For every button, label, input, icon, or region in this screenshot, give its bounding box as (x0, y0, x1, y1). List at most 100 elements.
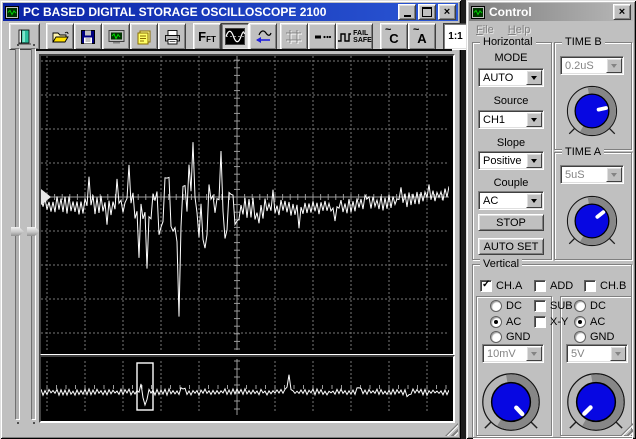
chb-ac-label: AC (590, 316, 606, 328)
tilde-icon: ~ (385, 24, 392, 36)
exit-door-icon (17, 29, 31, 44)
chb-label: CH.B (600, 280, 627, 292)
exit-button[interactable] (9, 23, 40, 50)
chevron-down-icon[interactable] (526, 153, 542, 168)
main-window: PC BASED DIGITAL STORAGE OSCILLOSCOPE 21… (0, 0, 493, 439)
chb-range-select: 5V (566, 344, 628, 363)
chb-dc-label: DC (590, 300, 606, 312)
stop-label: STOP (496, 216, 526, 229)
control-window-title: Control (489, 5, 532, 19)
chb-volt-knob[interactable] (565, 371, 627, 433)
open-folder-icon (51, 31, 69, 42)
dotted-line-button[interactable] (308, 23, 336, 50)
failsafe-button[interactable]: FAIL SAFE (336, 23, 373, 50)
slider-thumb[interactable] (11, 227, 24, 236)
chevron-down-icon (610, 346, 626, 361)
scope-display-icon (108, 29, 124, 43)
control-close-button[interactable]: × (613, 4, 631, 20)
save-button[interactable] (74, 23, 102, 50)
overview-scope-display (39, 355, 455, 423)
square-wave-icon (338, 32, 352, 42)
oscilloscope-app-icon (5, 5, 19, 19)
control-app-icon (471, 5, 485, 19)
zoom-selection-box[interactable] (136, 362, 154, 411)
chevron-down-icon (606, 58, 622, 73)
control-titlebar[interactable]: Control × (469, 3, 633, 21)
add-checkbox[interactable] (534, 280, 546, 292)
toolbar-divider (33, 49, 452, 51)
chevron-down-icon (526, 346, 542, 361)
open-button[interactable] (46, 23, 74, 50)
cha-gnd-radio[interactable] (490, 331, 502, 343)
sub-checkbox[interactable] (534, 300, 546, 312)
main-titlebar[interactable]: PC BASED DIGITAL STORAGE OSCILLOSCOPE 21… (3, 3, 458, 21)
cha-volt-knob[interactable] (480, 371, 542, 433)
couple-label: Couple (493, 177, 529, 189)
xy-label: X-Y (550, 316, 569, 328)
probe-1-1-button[interactable]: 1:1 (443, 23, 468, 50)
cha-range-value: 10mV (487, 348, 516, 360)
cha-gnd-label: GND (506, 331, 531, 343)
slope-value: Positive (483, 155, 522, 167)
maximize-button[interactable] (418, 4, 436, 20)
cha-dc-radio[interactable] (490, 300, 502, 312)
printer-icon (164, 29, 180, 44)
mode-select[interactable]: AUTO (478, 68, 544, 87)
cha-checkbox[interactable] (480, 280, 492, 292)
minimize-button[interactable] (398, 4, 416, 20)
calibrate-a-button[interactable]: ~ A (408, 23, 436, 50)
cha-ac-label: AC (506, 316, 522, 328)
menu-file[interactable]: File (476, 24, 494, 36)
position-slider-a[interactable] (11, 48, 24, 420)
autoset-button[interactable]: AUTO SET (478, 238, 544, 255)
ratio-1-1-label: 1:1 (448, 31, 463, 42)
autoset-label: AUTO SET (483, 240, 539, 253)
source-label: Source (493, 95, 529, 107)
chevron-down-icon[interactable] (526, 112, 542, 127)
maximize-icon (422, 7, 432, 17)
failsafe-label: FAIL SAFE (353, 29, 372, 44)
couple-select[interactable]: AC (478, 191, 544, 210)
chb-gnd-radio[interactable] (574, 331, 586, 343)
time-a-knob[interactable] (565, 194, 619, 248)
resize-grip[interactable] (445, 423, 458, 436)
wave-left-arrow-icon (255, 29, 272, 43)
toolbar: F FT FAIL SAFE ~ C ~ A 1:1 (9, 23, 493, 50)
chb-dc-radio[interactable] (574, 300, 586, 312)
wave-back-button[interactable] (249, 23, 277, 50)
cha-label: CH.A (496, 280, 523, 292)
add-label: ADD (550, 280, 574, 292)
print-button[interactable] (158, 23, 186, 50)
main-window-title: PC BASED DIGITAL STORAGE OSCILLOSCOPE 21… (23, 5, 327, 19)
grid-icon (286, 29, 302, 44)
cha-dc-label: DC (506, 300, 522, 312)
waveform-mode-button[interactable] (221, 23, 249, 50)
close-button[interactable]: × (438, 4, 456, 20)
notes-button[interactable] (130, 23, 158, 50)
menu-help[interactable]: Help (508, 24, 531, 36)
mode-value: AUTO (483, 72, 514, 84)
xy-checkbox[interactable] (534, 316, 546, 328)
time-b-group-label: TIME B (562, 36, 605, 48)
main-scope-display (39, 54, 455, 356)
chevron-down-icon[interactable] (526, 70, 542, 85)
control-window: Control × File Help Horizontal MODE AUTO… (466, 0, 636, 439)
calibrate-c-button[interactable]: ~ C (380, 23, 408, 50)
chb-checkbox[interactable] (584, 280, 596, 292)
tilde-icon: ~ (413, 24, 420, 36)
time-a-group-label: TIME A (562, 146, 605, 158)
stop-button[interactable]: STOP (478, 214, 544, 231)
cha-ac-radio[interactable] (490, 316, 502, 328)
overview-waveform (40, 359, 450, 415)
chb-gnd-label: GND (590, 331, 615, 343)
source-select[interactable]: CH1 (478, 110, 544, 129)
time-b-knob[interactable] (565, 84, 619, 138)
close-icon: × (618, 6, 626, 18)
chevron-down-icon[interactable] (526, 193, 542, 208)
display-button[interactable] (102, 23, 130, 50)
chb-ac-radio[interactable] (574, 316, 586, 328)
slope-select[interactable]: Positive (478, 151, 544, 170)
time-a-select: 5uS (560, 165, 624, 184)
fft-button[interactable]: F FT (193, 23, 221, 50)
close-icon: × (443, 6, 451, 18)
